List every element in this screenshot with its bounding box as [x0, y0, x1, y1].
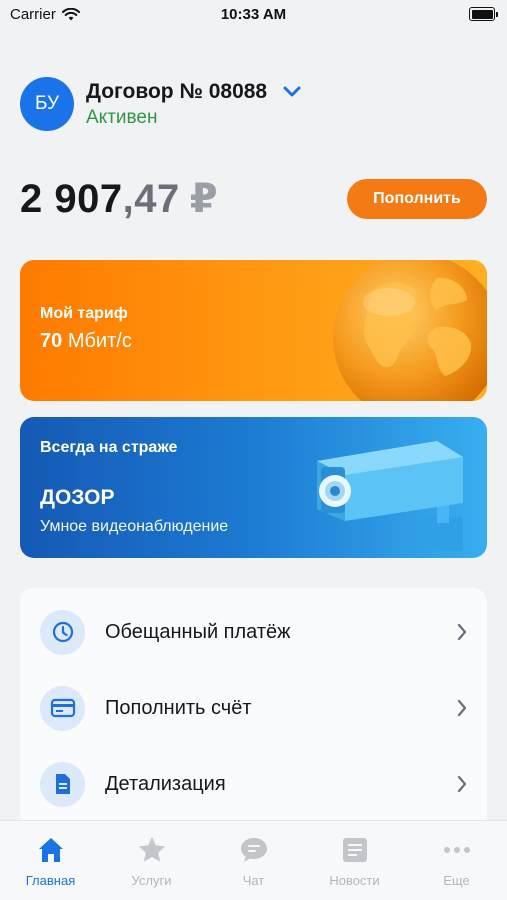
tab-bar: Главная Услуги Чат Новости Еще [0, 820, 507, 900]
home-icon [39, 838, 63, 862]
tab-news[interactable]: Новости [304, 821, 405, 900]
chevron-right-icon [457, 775, 467, 793]
list-item-label: Обещанный платёж [105, 620, 291, 643]
tariff-card[interactable]: Мой тариф 70 Мбит/с [20, 260, 487, 401]
more-icon [444, 847, 470, 853]
list-item-details[interactable]: Детализация [20, 754, 487, 814]
balance-fraction: ,47 [122, 177, 180, 221]
contract-selector[interactable]: Договор № 08088 [86, 80, 301, 104]
avatar[interactable]: БУ [20, 77, 74, 131]
dozor-promo-card[interactable]: Всегда на страже ДОЗОР Умное видеонаблюд… [20, 417, 487, 558]
document-icon [40, 761, 85, 807]
account-info: Договор № 08088 Активен [86, 80, 301, 129]
dozor-kicker: Всегда на страже [40, 439, 178, 456]
contract-title[interactable]: Договор № 08088 [86, 80, 267, 104]
dozor-subtitle: Умное видеонаблюдение [40, 518, 229, 535]
chevron-right-icon [457, 699, 467, 717]
tab-label: Чат [242, 873, 265, 888]
chat-icon [241, 838, 267, 862]
clock-icon [40, 609, 85, 655]
tab-services[interactable]: Услуги [101, 821, 202, 900]
quick-actions-list: Обещанный платёж Пополнить счёт Детализа… [20, 588, 487, 828]
tariff-label: Мой тариф [40, 305, 128, 322]
credit-card-icon [40, 685, 85, 731]
list-item-topup-account[interactable]: Пополнить счёт [20, 678, 487, 738]
balance-whole: 2 907 [20, 177, 123, 221]
tab-label: Главная [25, 873, 76, 888]
tariff-speed: 70 Мбит/с [40, 330, 132, 353]
tab-more[interactable]: Еще [406, 821, 507, 900]
camera-illustration [317, 441, 463, 551]
tab-label: Услуги [131, 873, 172, 888]
dozor-title: ДОЗОР [40, 486, 115, 509]
currency-symbol: ₽ [189, 177, 219, 221]
topup-button[interactable]: Пополнить [347, 179, 487, 219]
status-bar: Carrier 10:33 AM [0, 0, 507, 30]
tariff-speed-value: 70 [40, 330, 63, 352]
status-time: 10:33 AM [220, 6, 287, 23]
tab-chat[interactable]: Чат [203, 821, 304, 900]
account-header[interactable]: БУ Договор № 08088 Активен [20, 77, 301, 131]
contract-status: Активен [86, 106, 158, 128]
globe-illustration [333, 260, 487, 401]
tab-label: Еще [443, 873, 470, 888]
chevron-down-icon[interactable] [283, 86, 301, 98]
chevron-right-icon [457, 623, 467, 641]
star-icon [139, 837, 165, 862]
tab-label: Новости [329, 873, 380, 888]
tab-home[interactable]: Главная [0, 821, 101, 900]
battery-icon [469, 7, 498, 21]
list-item-label: Детализация [105, 772, 226, 795]
list-item-promised-payment[interactable]: Обещанный платёж [20, 602, 487, 662]
list-item-label: Пополнить счёт [105, 696, 252, 719]
balance-amount: 2 907,47 ₽ [20, 176, 218, 222]
news-icon [343, 838, 367, 862]
tariff-speed-unit: Мбит/с [67, 330, 132, 352]
